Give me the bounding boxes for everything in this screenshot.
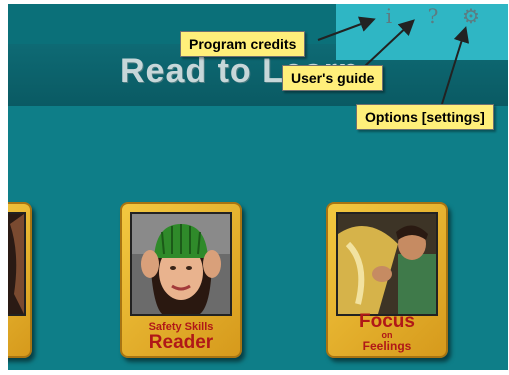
book-cover-partial [8,212,26,316]
book-tile-partial[interactable] [8,202,32,358]
book-label-line3: Feelings [362,339,412,353]
feelings-photo-art [338,214,436,314]
book-tile-safety-skills-reader[interactable]: Safety Skills Reader [120,202,242,358]
callout-options-settings: Options [settings] [356,104,494,130]
book-cover [130,212,232,316]
app-window: Read to Learn i ? ⚙ Safety Skills Reader… [8,4,508,370]
toolbar: i ? ⚙ [336,4,508,60]
book-art-partial [8,214,24,314]
question-mark-icon[interactable]: ? [422,4,444,28]
gear-icon[interactable]: ⚙ [460,4,482,28]
book-label: Focus on Feelings [328,312,446,352]
book-cover [336,212,438,316]
callout-program-credits: Program credits [180,31,306,57]
book-label-line2: Reader [148,332,214,353]
book-label: Safety Skills Reader [122,322,240,353]
book-label-line1: Focus [359,311,415,332]
info-icon[interactable]: i [378,4,400,28]
callout-users-guide: User's guide [282,65,384,91]
book-tile-focus-on-feelings[interactable]: Focus on Feelings [326,202,448,358]
helmet-portrait-art [132,214,230,314]
